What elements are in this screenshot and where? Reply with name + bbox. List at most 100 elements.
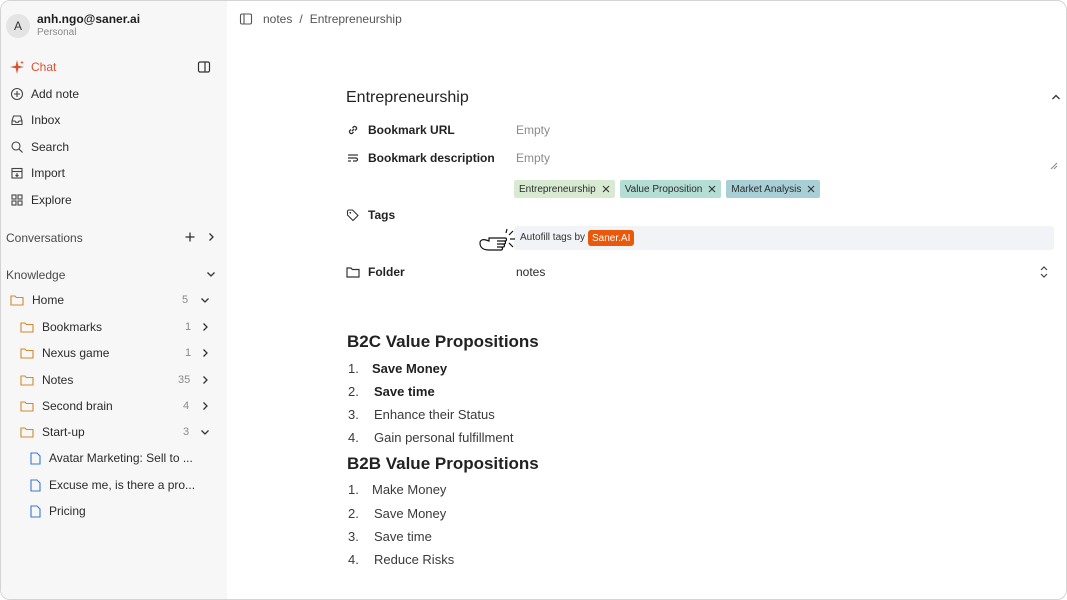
b2b-heading: B2B Value Propositions	[347, 454, 539, 473]
tree-folder-count: 1	[185, 321, 192, 333]
tag-icon	[346, 208, 360, 222]
section-knowledge[interactable]: Knowledge	[6, 265, 216, 285]
chevron-right-icon[interactable]	[200, 375, 210, 385]
tag-chip[interactable]: Entrepreneurship	[514, 180, 615, 198]
collapse-sidebar-icon[interactable]	[197, 60, 211, 74]
import-icon	[9, 165, 25, 181]
tree-folder-label: Start-up	[42, 425, 85, 439]
breadcrumb-current: Entrepreneurship	[309, 12, 402, 26]
tags-label-text: Tags	[368, 208, 396, 222]
document-icon	[30, 451, 41, 465]
close-icon[interactable]	[708, 185, 716, 193]
link-icon	[346, 123, 360, 137]
chevron-right-icon[interactable]	[200, 348, 210, 358]
tree-folder-nexus-game[interactable]: Nexus game 1	[20, 343, 215, 363]
nav-import[interactable]: Import	[9, 163, 65, 183]
breadcrumb-root[interactable]: notes	[263, 12, 292, 26]
folder-icon	[20, 401, 34, 412]
tree-folder-label: Notes	[42, 373, 74, 387]
list-item: 4. Reduce Risks	[348, 552, 454, 567]
chevron-down-icon[interactable]	[206, 268, 216, 282]
list-number: 2.	[348, 506, 359, 521]
sidebar-toggle-icon[interactable]	[239, 12, 253, 26]
section-conversations[interactable]: Conversations	[6, 228, 216, 248]
bookmark-description-field[interactable]: Empty	[516, 149, 550, 167]
chevron-up-icon[interactable]	[1050, 91, 1062, 103]
list-item: 3. Enhance their Status	[348, 407, 495, 422]
folder-label: Folder	[346, 263, 405, 281]
add-conversation-icon[interactable]	[184, 231, 196, 246]
tree-folder-count: 1	[185, 347, 192, 359]
breadcrumb: notes / Entrepreneurship	[239, 12, 402, 26]
nav-explore[interactable]: Explore	[9, 190, 72, 210]
nav-add-note[interactable]: Add note	[9, 84, 79, 104]
tree-folder-count: 4	[183, 400, 190, 412]
list-text: Save Money	[374, 506, 447, 521]
list-number: 1.	[348, 361, 359, 376]
chevron-right-icon[interactable]	[200, 401, 210, 411]
up-down-chevron-icon[interactable]	[1039, 265, 1049, 279]
autofill-tags-text: Autofill tags by	[520, 232, 586, 243]
section-conversations-label: Conversations	[6, 231, 83, 245]
nav-inbox[interactable]: Inbox	[9, 110, 60, 130]
list-item: 1. Save Money	[348, 361, 447, 376]
chevron-down-icon[interactable]	[200, 427, 210, 437]
chevron-right-icon[interactable]	[206, 231, 216, 245]
nav-explore-label: Explore	[31, 193, 72, 207]
list-number: 2.	[348, 384, 359, 399]
app-window: A anh.ngo@saner.ai Personal Chat Add not…	[0, 0, 1067, 600]
search-icon	[9, 139, 25, 155]
tag-label: Market Analysis	[731, 183, 802, 195]
list-number: 4.	[348, 552, 359, 567]
tree-folder-count: 3	[183, 426, 190, 438]
tree-home[interactable]: Home 5	[10, 290, 215, 310]
nav-search[interactable]: Search	[9, 137, 69, 157]
page-title[interactable]: Entrepreneurship	[346, 89, 469, 107]
document-icon	[30, 504, 41, 518]
tree-folder-second-brain[interactable]: Second brain 4	[20, 396, 215, 416]
tree-folder-label: Second brain	[42, 399, 113, 413]
tree-doc[interactable]: Pricing	[30, 501, 86, 521]
nav-chat[interactable]: Chat	[9, 57, 56, 77]
tag-chip[interactable]: Value Proposition	[619, 180, 722, 198]
close-icon[interactable]	[807, 185, 815, 193]
tag-list: Entrepreneurship Value Proposition Marke…	[514, 180, 821, 198]
document-icon	[30, 478, 41, 492]
list-number: 1.	[348, 482, 359, 497]
list-number: 4.	[348, 430, 359, 445]
folder-icon	[20, 348, 34, 359]
tree-doc-label: Excuse me, is there a pro...	[49, 478, 196, 492]
nav-chat-label: Chat	[31, 60, 57, 74]
list-number: 3.	[348, 407, 359, 422]
tags-label: Tags	[346, 206, 395, 224]
nav-add-note-label: Add note	[31, 87, 80, 101]
folder-icon	[10, 295, 24, 306]
tree-folder-notes[interactable]: Notes 35	[20, 370, 215, 390]
account-email: anh.ngo@saner.ai	[37, 12, 141, 26]
list-item: 3. Save time	[348, 529, 432, 544]
nav-inbox-label: Inbox	[31, 113, 61, 127]
bookmark-url-label-text: Bookmark URL	[368, 123, 455, 137]
bookmark-description-label: Bookmark description	[346, 149, 495, 167]
chevron-right-icon[interactable]	[200, 322, 210, 332]
bookmark-description-label-text: Bookmark description	[368, 151, 495, 165]
avatar: A	[6, 14, 30, 38]
tree-folder-bookmarks[interactable]: Bookmarks 1	[20, 317, 215, 337]
sidebar: A anh.ngo@saner.ai Personal Chat Add not…	[1, 1, 227, 599]
tree-folder-start-up[interactable]: Start-up 3	[20, 422, 215, 442]
bookmark-url-field[interactable]: Empty	[516, 121, 550, 139]
resize-handle-icon[interactable]	[1049, 161, 1058, 170]
grid-icon	[9, 192, 25, 208]
text-wrap-icon	[346, 151, 360, 165]
tree-doc[interactable]: Excuse me, is there a pro...	[30, 475, 195, 495]
section-knowledge-label: Knowledge	[6, 268, 66, 282]
folder-icon	[346, 265, 360, 279]
list-text: Enhance their Status	[374, 407, 495, 422]
folder-select[interactable]: notes	[516, 263, 545, 281]
hand-pointer-icon	[479, 228, 515, 251]
tree-doc[interactable]: Avatar Marketing: Sell to ...	[30, 448, 193, 468]
chevron-down-icon[interactable]	[200, 295, 210, 305]
tag-chip[interactable]: Market Analysis	[726, 180, 821, 198]
close-icon[interactable]	[602, 185, 610, 193]
account-switcher[interactable]: A anh.ngo@saner.ai Personal	[6, 13, 140, 39]
